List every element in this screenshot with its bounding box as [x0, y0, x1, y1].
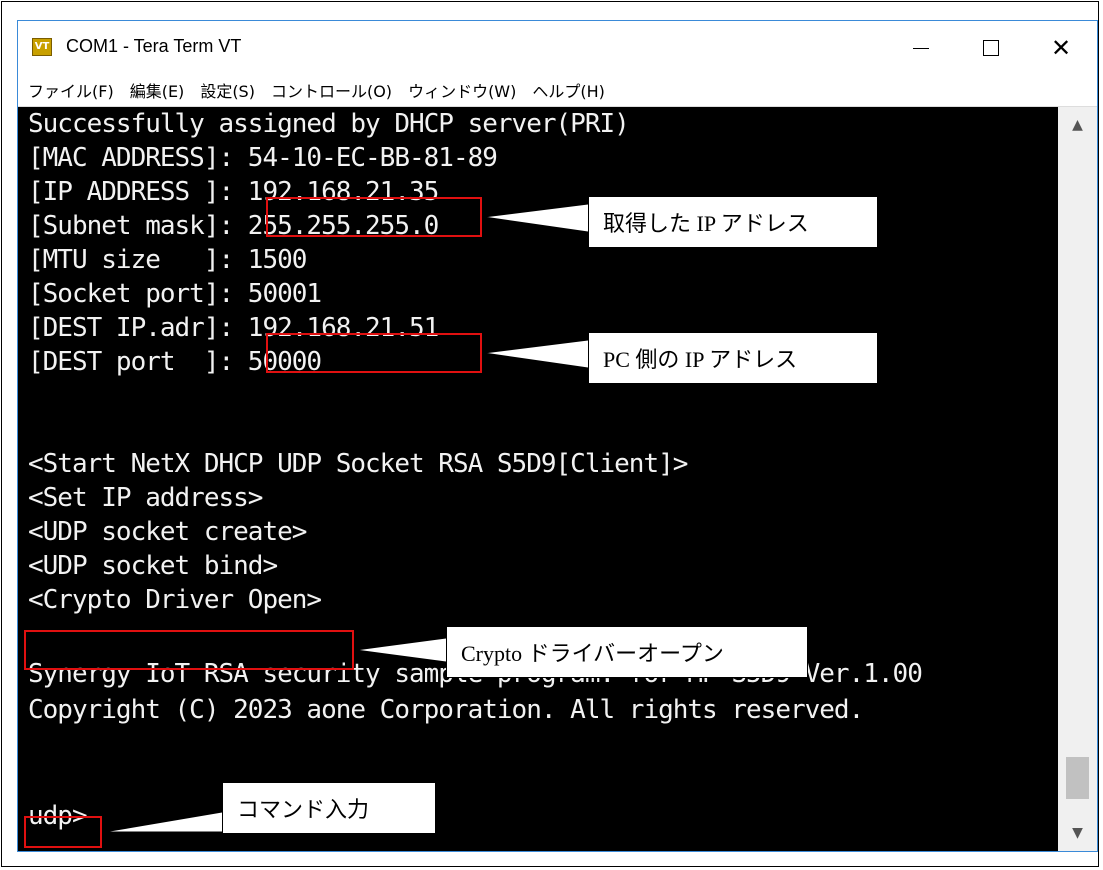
scroll-up-icon[interactable]: ▲: [1058, 107, 1097, 143]
scroll-down-icon[interactable]: ▼: [1058, 815, 1097, 851]
close-button[interactable]: ✕: [1026, 21, 1096, 74]
menu-window[interactable]: ウィンドウ(W): [408, 78, 516, 102]
terminal-line: Copyright (C) 2023 aone Corporation. All…: [28, 695, 864, 725]
menu-bar: ファイル(F) 編集(E) 設定(S) コントロール(O) ウィンドウ(W) ヘ…: [18, 74, 1097, 107]
terminal-line: Successfully assigned by DHCP server(PRI…: [28, 109, 630, 139]
tera-term-app-icon: VT: [32, 38, 52, 56]
callout-ip-address: 取得した IP アドレス: [588, 196, 878, 248]
tera-term-window: VT COM1 - Tera Term VT ✕ ファイル(F) 編集(E) 設…: [17, 20, 1098, 852]
menu-file[interactable]: ファイル(F): [28, 78, 114, 102]
minimize-button[interactable]: [886, 21, 956, 74]
scroll-thumb[interactable]: [1066, 757, 1089, 799]
prompt-highlight: [24, 816, 102, 848]
callout-pc-ip: PC 側の IP アドレス: [588, 332, 878, 384]
title-bar[interactable]: VT COM1 - Tera Term VT ✕: [18, 21, 1097, 74]
menu-setup[interactable]: 設定(S): [200, 78, 255, 102]
window-title: COM1 - Tera Term VT: [66, 36, 242, 56]
vertical-scrollbar[interactable]: ▲ ▼: [1058, 107, 1097, 851]
maximize-button[interactable]: [956, 21, 1026, 74]
terminal-line: [Socket port]: 50001: [28, 279, 322, 309]
terminal-line: <Crypto Driver Open>: [28, 585, 322, 615]
close-icon: ✕: [1050, 33, 1072, 62]
callout-crypto-open: Crypto ドライバーオープン: [446, 626, 808, 678]
terminal-line: <UDP socket bind>: [28, 551, 278, 581]
crypto-open-highlight: [24, 630, 354, 670]
terminal-line: <Start NetX DHCP UDP Socket RSA S5D9[Cli…: [28, 449, 688, 479]
terminal-screen[interactable]: Successfully assigned by DHCP server(PRI…: [18, 107, 1058, 851]
terminal-line: <Set IP address>: [28, 483, 263, 513]
maximize-icon: [983, 39, 999, 56]
terminal-line: [MAC ADDRESS]: 54-10-EC-BB-81-89: [28, 143, 498, 173]
menu-control[interactable]: コントロール(O): [271, 78, 392, 102]
menu-edit[interactable]: 編集(E): [130, 78, 185, 102]
ip-address-highlight: [266, 197, 482, 237]
dest-ip-highlight: [266, 333, 482, 373]
terminal-line: <UDP socket create>: [28, 517, 307, 547]
callout-command-input: コマンド入力: [222, 782, 436, 834]
menu-help[interactable]: ヘルプ(H): [532, 78, 605, 102]
terminal-line: [MTU size ]: 1500: [28, 245, 307, 275]
minimize-icon: [913, 48, 929, 49]
